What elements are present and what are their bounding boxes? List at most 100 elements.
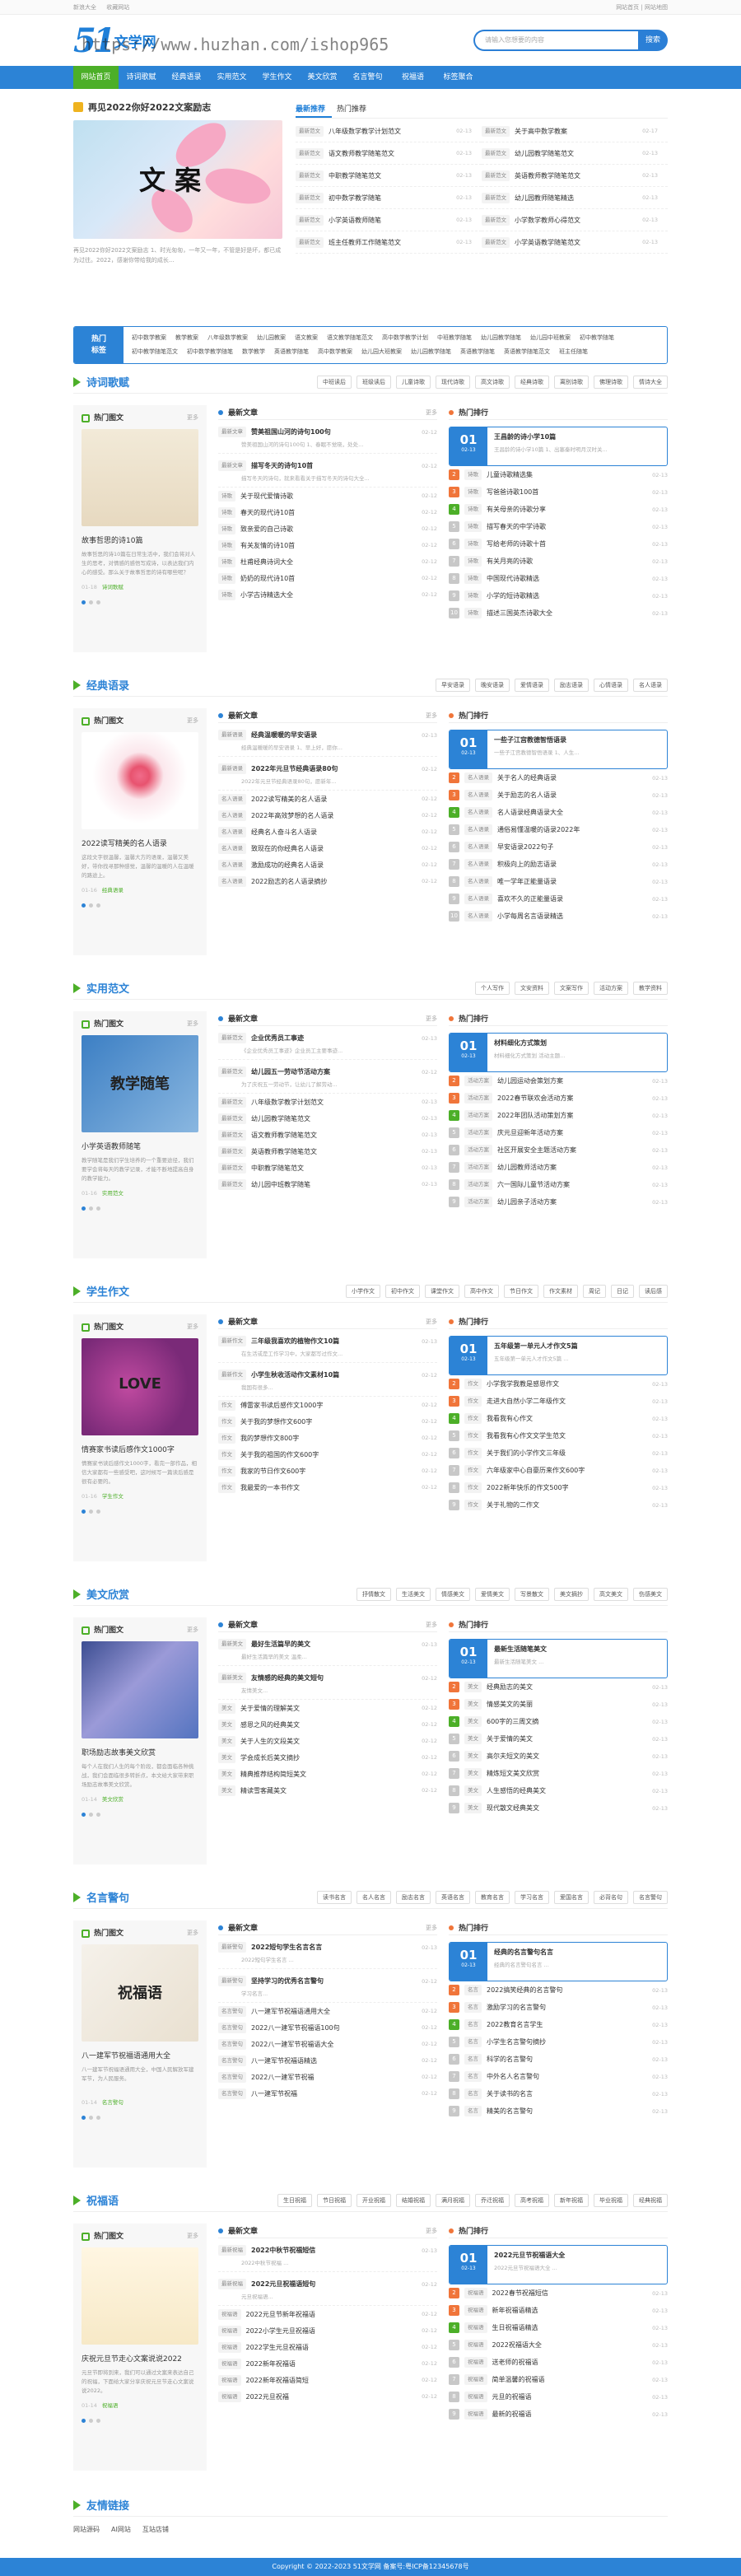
slider-dot[interactable]: [96, 1510, 100, 1514]
rank-list-item[interactable]: 5 名人语录 通俗易懂温暖的语录2022年 02-13: [449, 821, 668, 838]
item-title[interactable]: 2022新年祝福语简短: [246, 2376, 422, 2385]
rank-list-item[interactable]: 7 祝福语 简单温馨的祝福语 02-13: [449, 2371, 668, 2388]
slider-dot[interactable]: [82, 1206, 86, 1211]
item-title[interactable]: 语文教师教学随笔范文: [329, 149, 456, 158]
hot-tag-link[interactable]: 英语教学随笔: [274, 345, 309, 359]
section-title[interactable]: 祝福语: [73, 2192, 119, 2208]
nav-item[interactable]: 学生作文: [254, 66, 300, 89]
item-title[interactable]: 情感美文的美丽: [487, 1700, 652, 1709]
item-tag[interactable]: 名言警句: [218, 2055, 246, 2066]
item-tag[interactable]: 诗歌: [464, 521, 482, 532]
hot-tag-link[interactable]: 英语教学随笔范文: [504, 345, 550, 359]
section-tag[interactable]: 美文摘抄: [554, 1587, 589, 1601]
rank-list-item[interactable]: 3 名言 激励学习的名言警句 02-13: [449, 1999, 668, 2016]
item-tag[interactable]: 祝福语: [218, 2308, 241, 2320]
item-title[interactable]: 儿童诗歌精选集: [487, 470, 652, 479]
hot-tag-link[interactable]: 幼儿园中班教案: [530, 331, 571, 345]
item-tag[interactable]: 最新范文: [218, 1146, 246, 1157]
item-title[interactable]: 2022年高效梦想的名人语录: [251, 811, 422, 820]
pic-image[interactable]: [82, 429, 198, 526]
item-tag[interactable]: 诗歌: [218, 539, 235, 551]
news-list-item[interactable]: 美文 感恩之风的经典美文 02-12: [218, 1716, 437, 1733]
item-tag[interactable]: 最新祝福: [218, 2245, 246, 2256]
rank-list-item[interactable]: 8 活动方案 六一国际儿童节活动方案 02-13: [449, 1176, 668, 1193]
item-title[interactable]: 庆元旦迎新年活动方案: [497, 1128, 652, 1137]
news-list-item[interactable]: 诗歌 有关友情的诗10首 02-12: [218, 537, 437, 553]
item-tag[interactable]: 名言警句: [218, 2071, 246, 2083]
section-title[interactable]: 实用范文: [73, 980, 129, 996]
item-title[interactable]: 我看我有心作文: [487, 1414, 652, 1423]
item-title[interactable]: 奶奶的现代诗10首: [240, 574, 422, 583]
item-tag[interactable]: 名言: [464, 2037, 482, 2047]
pic-title[interactable]: 八一建军节祝福语通用大全: [82, 2050, 198, 2060]
item-tag[interactable]: 名言警句: [218, 2038, 246, 2050]
item-tag[interactable]: 最新语录: [218, 730, 246, 740]
item-title[interactable]: 经典温暖暖的早安语录: [251, 730, 422, 740]
item-title[interactable]: 有关月亮的诗歌: [487, 557, 652, 566]
slider-dot[interactable]: [82, 903, 86, 908]
item-title[interactable]: 英语教师教学随笔范文: [251, 1147, 422, 1156]
item-tag[interactable]: 作文: [464, 1413, 482, 1424]
item-tag[interactable]: 祝福语: [464, 2288, 487, 2298]
section-tag[interactable]: 情诗大全: [633, 375, 668, 389]
rank-list-item[interactable]: 9 美文 现代散文经典美文 02-13: [449, 1799, 668, 1817]
item-title[interactable]: 小学的短诗歌精选: [487, 591, 652, 600]
item-tag[interactable]: 名人语录: [464, 894, 492, 904]
item-title[interactable]: 中外名人名言警句: [487, 2072, 652, 2081]
news-list-item[interactable]: 诗歌 关于现代爱情诗歌 02-12: [218, 488, 437, 504]
more-link[interactable]: 更多: [426, 1015, 437, 1023]
item-title[interactable]: 初中数学教学随笔: [329, 194, 456, 203]
pic-category[interactable]: 经典语录: [102, 887, 124, 894]
hot-tag-link[interactable]: 中班教学随笔: [437, 331, 472, 345]
item-tag[interactable]: 作文: [218, 1449, 235, 1460]
item-tag[interactable]: 诗歌: [464, 469, 482, 480]
news-list-item[interactable]: 诗歌 小学古诗精选大全 02-12: [218, 586, 437, 603]
item-tag[interactable]: 作文: [464, 1396, 482, 1407]
rank-top-title[interactable]: 材料细化方式策划: [494, 1038, 660, 1048]
rank-top-item[interactable]: 01 02-13 材料细化方式策划 材料细化方式策划 活动主题...: [449, 1033, 668, 1072]
rank-list-item[interactable]: 9 诗歌 小学的短诗歌精选 02-13: [449, 587, 668, 604]
slider-dot[interactable]: [89, 2116, 93, 2120]
slider-dot[interactable]: [96, 1813, 100, 1817]
rank-list-item[interactable]: 6 美文 高尔夫短文的美文 02-13: [449, 1748, 668, 1765]
item-tag[interactable]: 诗歌: [218, 572, 235, 584]
item-title[interactable]: 中国现代诗歌精选: [487, 574, 652, 583]
item-title[interactable]: 描写冬天的诗句10首: [251, 461, 422, 470]
section-title-text[interactable]: 美文欣赏: [86, 1586, 129, 1602]
item-title[interactable]: 企业优秀员工事迹: [251, 1034, 422, 1043]
item-title[interactable]: 2022搞笑经典的名言警句: [487, 1986, 652, 1995]
item-title[interactable]: 幼儿园教学随笔范文: [251, 1114, 422, 1123]
item-title[interactable]: 2022八一建军节祝福语大全: [251, 2040, 422, 2049]
item-tag[interactable]: 祝福语: [218, 2391, 241, 2402]
item-tag[interactable]: 美文: [464, 1803, 482, 1813]
item-title[interactable]: 2022年团队活动策划方案: [497, 1111, 652, 1120]
item-tag[interactable]: 名言: [464, 2054, 482, 2065]
rank-top-title[interactable]: 一些子江宫教德智悟语录: [494, 735, 660, 744]
item-title[interactable]: 通俗易懂温暖的语录2022年: [497, 825, 652, 834]
news-list-item[interactable]: 名言警句 八一建军节祝福语精选 02-12: [218, 2052, 437, 2069]
item-tag[interactable]: 作文: [218, 1399, 235, 1411]
news-list-item[interactable]: 名人语录 2022励志的名人语录摘抄 02-12: [218, 873, 437, 889]
item-title[interactable]: 关于我们的小学作文三年级: [487, 1449, 652, 1458]
slider-dot[interactable]: [82, 1813, 86, 1817]
item-tag[interactable]: 名人语录: [464, 807, 492, 818]
item-title[interactable]: 英语教师教学随笔范文: [515, 171, 642, 180]
news-list-item[interactable]: 名人语录 经典名人奋斗名人语录 02-12: [218, 824, 437, 840]
item-tag[interactable]: 最新范文: [218, 1162, 246, 1174]
section-tag[interactable]: 伤感美文: [633, 1587, 668, 1601]
news-list-item[interactable]: 名言警句 2022八一建军节祝福语100句 02-12: [218, 2019, 437, 2036]
item-title[interactable]: 我的梦想作文800字: [240, 1434, 422, 1443]
item-tag[interactable]: 活动方案: [464, 1179, 492, 1190]
news-list-item[interactable]: 最新范文 八年级数学教学计划范文 02-13: [218, 1094, 437, 1110]
hot-list-item[interactable]: 最新范文 语文教师教学随笔范文 02-13: [296, 142, 482, 165]
item-tag[interactable]: 美文: [464, 1699, 482, 1710]
item-tag[interactable]: 名言: [464, 2019, 482, 2030]
item-title[interactable]: 科学的名言警句: [487, 2055, 652, 2064]
item-tag[interactable]: 最新警句: [218, 1976, 246, 1986]
news-list-item[interactable]: 最新范文 幼儿园教学随笔范文 02-13: [218, 1110, 437, 1127]
section-tag[interactable]: 早安语录: [436, 678, 470, 692]
item-title[interactable]: 写给老师的诗歌十首: [487, 539, 652, 548]
featured-news[interactable]: 最新范文 幼儿园五一劳动节活动方案 02-12 为了庆祝五一劳动节，让幼儿了解劳动..…: [218, 1060, 437, 1094]
rank-list-item[interactable]: 6 名人语录 早安语录2022句子 02-13: [449, 838, 668, 856]
item-title[interactable]: 关于读书的名言: [487, 2089, 652, 2098]
